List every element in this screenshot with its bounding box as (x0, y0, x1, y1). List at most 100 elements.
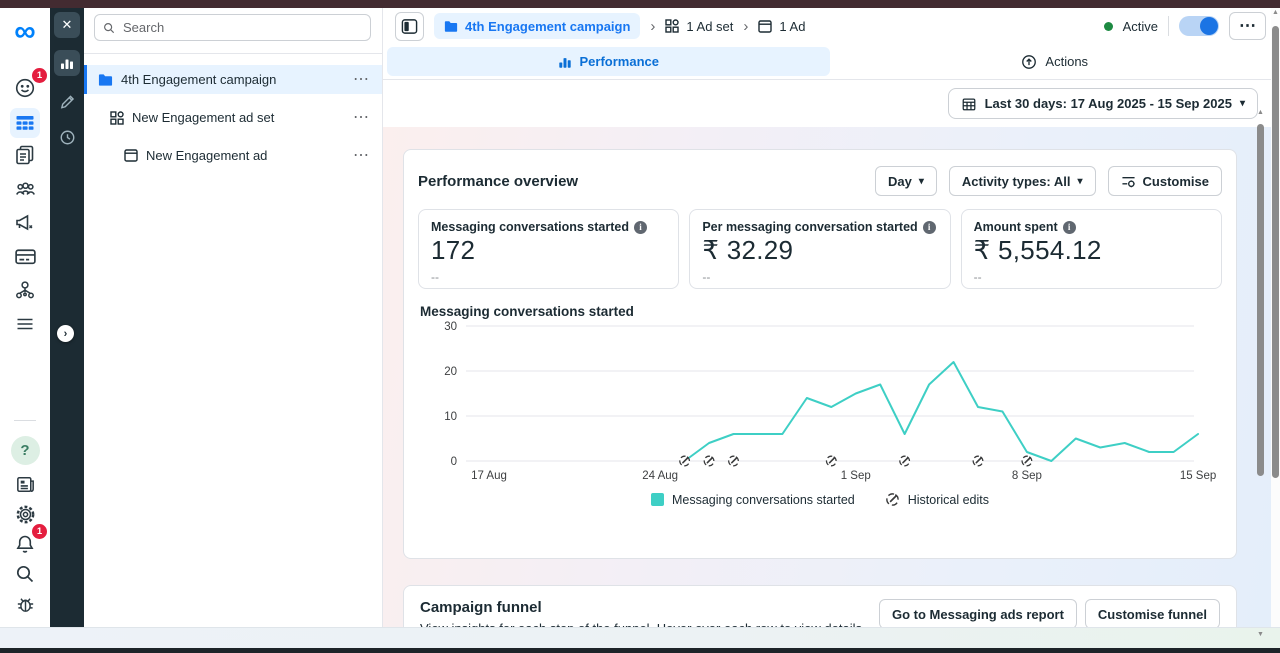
funnel-title: Campaign funnel (420, 599, 866, 616)
header-right-controls: Active ⋯ (1104, 12, 1266, 40)
audiences-icon[interactable] (10, 174, 40, 204)
ad-set-icon (110, 111, 124, 125)
more-options-button[interactable]: ⋯ (1229, 12, 1266, 40)
breadcrumb-adset[interactable]: 1 Ad set (665, 19, 733, 34)
breadcrumb-label: 4th Engagement campaign (465, 19, 630, 34)
bug-icon[interactable] (10, 589, 40, 619)
teal-swatch-icon (651, 493, 664, 506)
edit-pencil-icon[interactable] (54, 88, 80, 114)
historical-edit-marker-icon[interactable] (727, 454, 740, 467)
info-icon[interactable]: i (634, 221, 647, 234)
metric-amount-spent: Amount spent i ₹ 5,554.12 -- (961, 209, 1222, 289)
notifications-bell-icon[interactable]: 1 (10, 529, 40, 559)
rail-divider (14, 420, 36, 421)
content-scrollbar[interactable]: ▲ ▼ (1256, 108, 1265, 640)
expand-panel-button[interactable]: › (57, 325, 74, 342)
metric-value: ₹ 32.29 (702, 235, 937, 266)
search-rail-icon[interactable] (10, 559, 40, 589)
tree-row-label: 4th Engagement campaign (121, 72, 276, 87)
scroll-up-arrow-icon[interactable]: ▲ (1272, 8, 1279, 18)
notifications-badge: 1 (32, 524, 47, 539)
breadcrumb: 4th Engagement campaign › 1 Ad set › 1 A… (434, 13, 805, 39)
close-icon[interactable]: ✕ (54, 12, 80, 38)
metric-cards: Messaging conversations started i 172 --… (418, 209, 1222, 289)
tree-row-adset[interactable]: New Engagement ad set ⋯ (84, 103, 382, 132)
customise-button[interactable]: Customise (1108, 166, 1222, 196)
all-tools-icon[interactable] (10, 309, 40, 339)
ads-megaphone-icon[interactable] (10, 208, 40, 238)
calendar-icon (961, 96, 977, 112)
svg-text:30: 30 (444, 321, 457, 333)
help-icon[interactable]: ? (10, 435, 40, 465)
folder-icon (98, 73, 113, 87)
view-tabs: Performance Actions (383, 44, 1280, 80)
info-icon[interactable]: i (923, 221, 936, 234)
scroll-up-arrow-icon[interactable]: ▲ (1257, 108, 1264, 118)
global-nav-rail: ∞ 1 (0, 8, 50, 627)
history-clock-icon[interactable] (54, 124, 80, 150)
insights-bars-icon[interactable] (54, 50, 80, 76)
historical-edit-marker-icon[interactable] (702, 454, 715, 467)
megaphone-icon (13, 211, 37, 235)
svg-text:17 Aug: 17 Aug (471, 470, 507, 482)
campaigns-table-icon[interactable] (10, 108, 40, 138)
breadcrumb-separator: › (740, 18, 751, 35)
historical-edit-marker-icon[interactable] (825, 454, 838, 467)
updates-icon[interactable] (10, 469, 40, 499)
scroll-down-arrow-icon[interactable]: ▼ (1257, 630, 1264, 640)
tab-performance[interactable]: Performance (387, 47, 830, 76)
campaign-funnel-card: Campaign funnel View insights for each s… (403, 585, 1237, 627)
historical-edit-marker-icon[interactable] (898, 454, 911, 467)
tab-label: Performance (580, 54, 659, 69)
messaging-report-button[interactable]: Go to Messaging ads report (879, 599, 1077, 627)
breadcrumb-label: 1 Ad (779, 19, 805, 34)
asset-tree-icon[interactable] (10, 275, 40, 305)
arrow-up-circle-icon (1021, 54, 1037, 70)
breadcrumb-separator: › (647, 18, 658, 35)
credit-card-icon (13, 244, 38, 269)
search-icon (102, 21, 116, 35)
svg-text:20: 20 (444, 366, 457, 378)
scroll-content: Performance overview Day ▾ Activity type… (383, 127, 1280, 627)
org-chart-icon (13, 278, 37, 302)
historical-edit-marker-icon[interactable] (971, 454, 984, 467)
ad-set-icon (665, 19, 679, 33)
pages-icon[interactable] (10, 140, 40, 170)
more-icon: ⋯ (1239, 16, 1256, 36)
meta-logo[interactable]: ∞ (10, 17, 40, 47)
legend-conversations: Messaging conversations started (651, 493, 855, 507)
scrollbar-thumb[interactable] (1257, 124, 1264, 476)
panel-divider (84, 53, 382, 54)
scrollbar-thumb[interactable] (1272, 26, 1279, 478)
tab-actions[interactable]: Actions (834, 47, 1277, 76)
collapse-sidebar-button[interactable] (395, 12, 424, 41)
date-range-button[interactable]: Last 30 days: 17 Aug 2025 - 15 Sep 2025 … (948, 88, 1258, 119)
tree-row-ad[interactable]: New Engagement ad ⋯ (84, 141, 382, 170)
question-mark-icon: ? (11, 436, 40, 465)
breadcrumb-bar: 4th Engagement campaign › 1 Ad set › 1 A… (383, 8, 1280, 44)
page-scrollbar[interactable]: ▲ (1271, 8, 1280, 627)
caret-down-icon: ▾ (1240, 98, 1245, 109)
status-label: Active (1123, 19, 1158, 34)
customise-funnel-button[interactable]: Customise funnel (1085, 599, 1220, 627)
active-status-dot (1104, 22, 1113, 31)
toggle-knob (1200, 17, 1218, 35)
date-filter-bar: Last 30 days: 17 Aug 2025 - 15 Sep 2025 … (383, 80, 1280, 127)
svg-text:0: 0 (451, 456, 457, 468)
historical-edit-marker-icon[interactable] (1020, 454, 1033, 467)
breadcrumb-campaign[interactable]: 4th Engagement campaign (434, 13, 640, 39)
billing-card-icon[interactable] (10, 241, 40, 271)
breadcrumb-ad[interactable]: 1 Ad (758, 19, 805, 34)
account-icon[interactable]: 1 (10, 73, 40, 103)
folder-icon (444, 20, 458, 33)
tree-row-campaign[interactable]: 4th Engagement campaign ⋯ (84, 65, 382, 94)
interval-dropdown[interactable]: Day ▾ (875, 166, 937, 196)
activity-types-dropdown[interactable]: Activity types: All ▾ (949, 166, 1096, 196)
search-input[interactable] (94, 14, 371, 41)
info-icon[interactable]: i (1063, 221, 1076, 234)
window-bottom-edge (0, 648, 1280, 653)
active-toggle[interactable] (1179, 16, 1219, 36)
metric-sub-value: -- (702, 270, 937, 284)
ad-icon (758, 20, 772, 33)
svg-text:10: 10 (444, 411, 457, 423)
